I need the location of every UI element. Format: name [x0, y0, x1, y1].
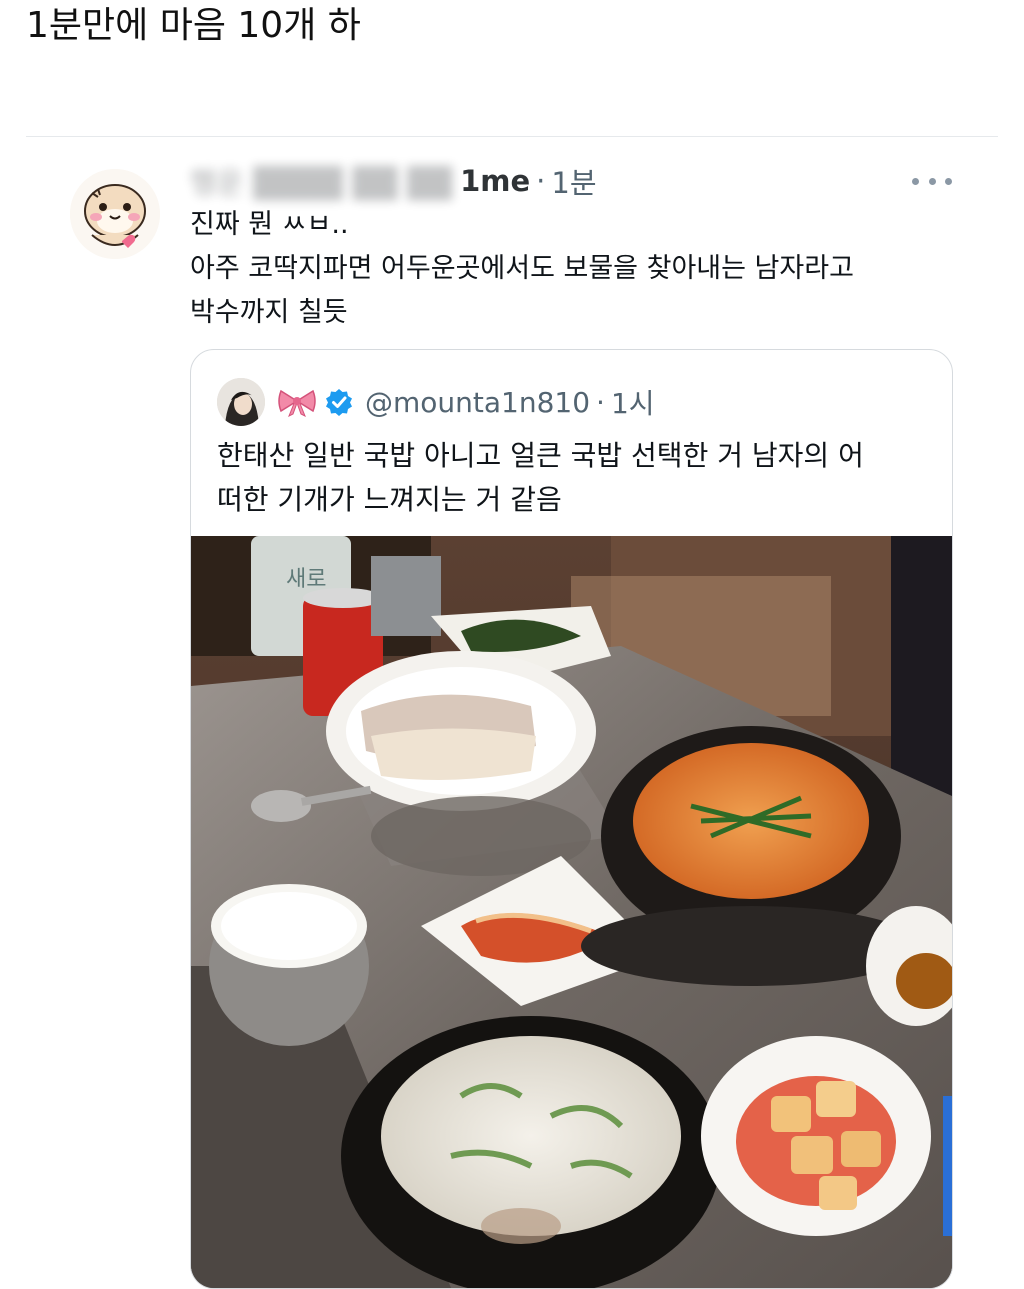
quote-handle[interactable]: @mounta1n810 [365, 386, 590, 419]
dot [912, 177, 919, 185]
pink-bow-icon [278, 389, 316, 417]
display-name[interactable]: 행운 ████ ██ ██ [190, 160, 452, 202]
quote-avatar[interactable] [217, 378, 265, 426]
bottle-label: 새로 [286, 567, 326, 592]
gukbap-meal-photo[interactable]: 새로 [191, 536, 952, 1288]
reply-tweet[interactable]: 행운 ████ ██ ██ 1me · 1분 진짜 뭔 ㅆㅂ.. 아주 코딱지파… [0, 137, 1024, 1289]
quoted-tweet[interactable]: @mounta1n810 · 1시 한태산 일반 국밥 아니고 얼큰 국밥 선택… [190, 349, 953, 1289]
user-handle[interactable]: 1me [460, 164, 530, 198]
photo-canvas: 새로 [191, 536, 952, 1288]
post-title: 1분만에 마음 10개 하 [26, 5, 361, 46]
hamster-avatar-icon [70, 169, 160, 259]
separator-dot: · [596, 385, 605, 419]
tweet-text-line: 진짜 뭔 ㅆㅂ.. [190, 209, 349, 240]
separator-dot: · [536, 164, 546, 198]
dot [928, 177, 936, 185]
tweet-header: 행운 ████ ██ ██ 1me · 1분 [190, 161, 597, 201]
tweet-text: 진짜 뭔 ㅆㅂ.. 아주 코딱지파면 어두운곳에서도 보물을 찾아내는 남자라고… [190, 203, 970, 335]
quote-text-line: 떠한 기개가 느껴지는 거 같음 [217, 483, 562, 516]
quote-avatar-image [217, 378, 265, 426]
tweet-timestamp[interactable]: 1분 [551, 160, 596, 202]
quote-timestamp[interactable]: 1시 [611, 382, 655, 422]
verified-badge-icon [326, 389, 352, 416]
quote-text: 한태산 일반 국밥 아니고 얼큰 국밥 선택한 거 남자의 어 떠한 기개가 느… [217, 434, 937, 522]
more-options-icon[interactable] [912, 171, 952, 191]
quote-header: @mounta1n810 · 1시 [277, 380, 655, 424]
user-avatar[interactable] [70, 169, 160, 259]
tweet-text-line: 아주 코딱지파면 어두운곳에서도 보물을 찾아내는 남자라고 [190, 253, 854, 284]
dot [945, 177, 952, 185]
tweet-text-line: 박수까지 칠듯 [190, 297, 348, 328]
quote-text-line: 한태산 일반 국밥 아니고 얼큰 국밥 선택한 거 남자의 어 [217, 439, 864, 472]
